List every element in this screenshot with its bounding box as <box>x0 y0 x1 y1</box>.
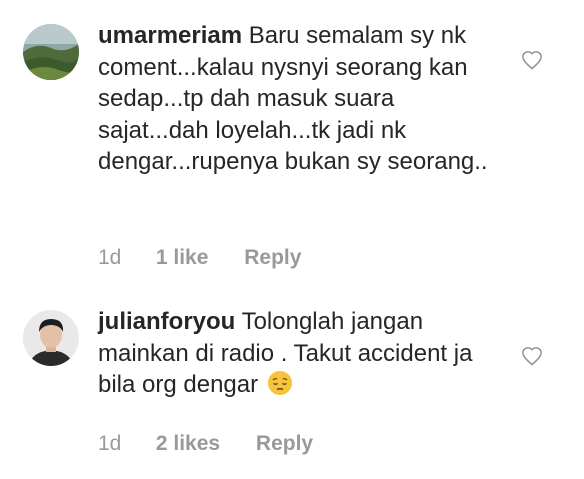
comment-username[interactable]: julianforyou <box>98 308 235 335</box>
comment-meta: 1d 2 likes Reply <box>98 432 313 456</box>
comment-timestamp: 1d <box>98 246 122 269</box>
comment-likes[interactable]: 1 like <box>156 246 209 270</box>
comment-text: julianforyou Tolonglah jangan mainkan di… <box>98 306 498 401</box>
comment-meta: 1d 1 like Reply <box>98 246 301 270</box>
reply-button[interactable]: Reply <box>256 432 313 456</box>
comment-timestamp: 1d <box>98 432 122 455</box>
heart-icon[interactable] <box>521 50 543 70</box>
comment-text: umarmeriam Baru semalam sy nk coment...k… <box>98 20 498 178</box>
avatar-landscape-image <box>23 24 79 80</box>
avatar-person-image <box>23 310 79 366</box>
pensive-face-icon <box>267 370 293 396</box>
comment-username[interactable]: umarmeriam <box>98 22 242 49</box>
heart-icon[interactable] <box>521 346 543 366</box>
comment-likes[interactable]: 2 likes <box>156 432 220 456</box>
reply-button[interactable]: Reply <box>244 246 301 270</box>
avatar[interactable] <box>23 310 79 366</box>
avatar[interactable] <box>23 24 79 80</box>
